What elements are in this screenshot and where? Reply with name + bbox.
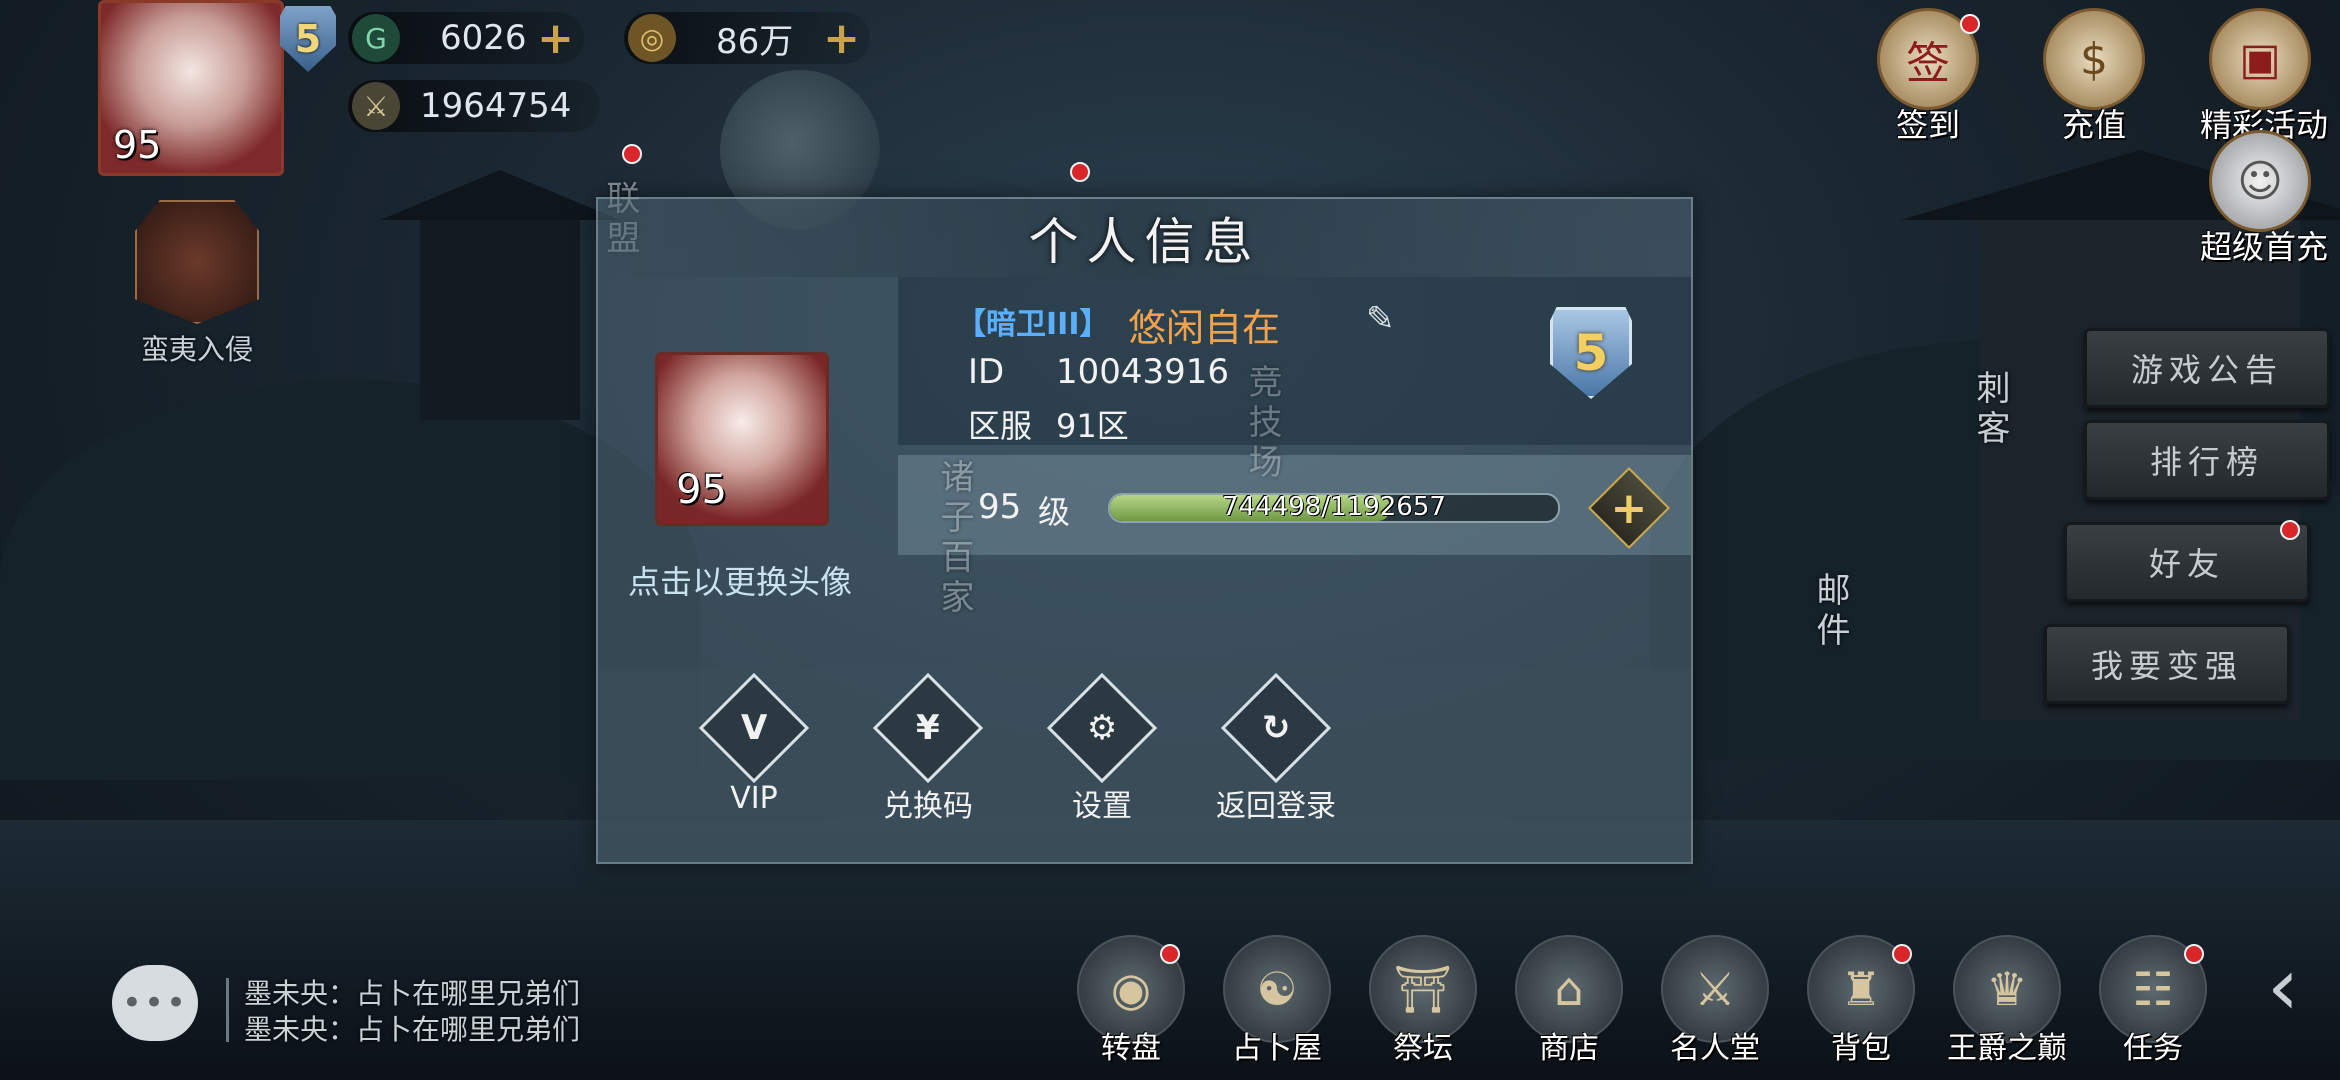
profile-portrait[interactable]: 95 [655, 352, 829, 526]
chat-message[interactable]: 墨未央：占卜在哪里兄弟们 [244, 1008, 580, 1048]
power-resource: ⚔ 1964754 [348, 80, 600, 132]
player-avatar[interactable]: 95 [98, 0, 284, 176]
pagoda [420, 220, 580, 420]
invade-event-button[interactable]: 蛮夷入侵 [132, 200, 262, 366]
divination-label: 占卜屋 [1232, 1031, 1322, 1066]
pagoda-roof [380, 170, 620, 220]
jade-resource: G 6026 + [348, 12, 584, 64]
level-value: 95 [978, 487, 1022, 527]
recharge-button[interactable]: $ 充值 [2034, 8, 2154, 146]
altar-label: 祭坛 [1393, 1031, 1453, 1066]
chat-button[interactable]: ••• [112, 965, 198, 1041]
redeem-code-button[interactable]: ¥ 兑换码 [848, 672, 1008, 825]
hill [0, 380, 700, 780]
exp-progress-bar: 744498/1192657 [1108, 493, 1560, 523]
invade-emblem-icon [135, 200, 259, 324]
id-label: ID [968, 352, 1005, 392]
recharge-label: 充值 [2061, 106, 2126, 144]
exp-progress-text: 744498/1192657 [1222, 493, 1446, 522]
first-recharge-button[interactable]: ☺ 超级首充 [2200, 130, 2329, 268]
power-value: 1964754 [420, 86, 572, 126]
notification-dot [1892, 944, 1912, 964]
notification-dot [1070, 162, 1090, 182]
settings-label: 设置 [1072, 789, 1132, 824]
shop-label: 商店 [1539, 1031, 1599, 1066]
refresh-icon: ↻ [1220, 672, 1332, 784]
ranking-button[interactable]: 排行榜 [2084, 420, 2330, 500]
level-label: 级 [1038, 493, 1071, 531]
avatar-level: 95 [113, 123, 162, 167]
id-value: 10043916 [1056, 352, 1230, 392]
signin-label: 签到 [1895, 106, 1960, 144]
change-avatar-hint[interactable]: 点击以更换头像 [628, 557, 852, 603]
notification-dot [2280, 520, 2300, 540]
hall-of-fame-label: 名人堂 [1670, 1031, 1760, 1066]
jade-icon: G [352, 14, 400, 62]
logout-label: 返回登录 [1216, 789, 1336, 824]
vip-label: VIP [730, 781, 778, 816]
chat-message[interactable]: 墨未央：占卜在哪里兄弟们 [244, 972, 580, 1012]
hundred-schools-label: 诸子百家 [934, 459, 974, 619]
shop-button[interactable]: ⌂ 商店 [1504, 935, 1634, 1067]
first-recharge-label: 超级首充 [2200, 228, 2329, 266]
dialog-title: 个人信息 [598, 199, 1691, 277]
coin-resource: ◎ 86万 + [624, 12, 870, 64]
notification-dot [1160, 944, 1180, 964]
guild-tag: 【暗卫III】 [956, 307, 1110, 342]
assassin-label[interactable]: 刺客 [1966, 370, 2015, 450]
hall-of-fame-button[interactable]: ⚔ 名人堂 [1650, 935, 1780, 1067]
profile-dialog: 个人信息 诸子百家 竞技场 95 点击以更换头像 【暗卫III】 悠闲自在 ✎ … [596, 197, 1693, 864]
money-bag-icon: $ [2043, 8, 2145, 110]
notification-dot [2184, 944, 2204, 964]
plus-icon: + [1610, 482, 1648, 534]
arena-label: 竞技场 [1242, 364, 1282, 484]
peak-label: 王爵之巅 [1947, 1031, 2067, 1066]
edit-name-icon[interactable]: ✎ [1366, 299, 1402, 339]
wheel-label: 转盘 [1101, 1031, 1161, 1066]
treasure-chest-icon: ▣ [2209, 8, 2311, 110]
stronger-button[interactable]: 我要变强 [2044, 624, 2290, 704]
invade-label: 蛮夷入侵 [140, 333, 253, 366]
mail-label[interactable]: 邮件 [1806, 572, 1855, 652]
portrait-level: 95 [676, 467, 727, 513]
coin-icon: ◎ [628, 14, 676, 62]
ticket-icon: ¥ [872, 672, 984, 784]
friends-button[interactable]: 好友 [2064, 522, 2310, 602]
divination-button[interactable]: ☯ 占卜屋 [1212, 935, 1342, 1067]
collapse-arrow-icon[interactable]: ‹ [2248, 940, 2318, 1040]
notification-dot [1960, 14, 1980, 34]
altar-button[interactable]: ⛩ 祭坛 [1358, 935, 1488, 1067]
vip-icon: V [698, 672, 810, 784]
notification-dot [622, 144, 642, 164]
server-label: 区服 [968, 407, 1033, 445]
events-button[interactable]: ▣ 精彩活动 [2200, 8, 2328, 146]
jade-value: 6026 [440, 18, 527, 58]
chat-divider [226, 978, 229, 1042]
server-value: 91区 [1056, 407, 1129, 445]
announcement-button[interactable]: 游戏公告 [2084, 328, 2330, 408]
add-coin-button[interactable]: + [823, 13, 860, 64]
power-icon: ⚔ [352, 82, 400, 130]
bag-label: 背包 [1831, 1031, 1891, 1066]
gear-icon: ⚙ [1046, 672, 1158, 784]
vip-button[interactable]: V VIP [674, 672, 834, 816]
logout-button[interactable]: ↻ 返回登录 [1196, 672, 1356, 825]
peak-button[interactable]: ♛ 王爵之巅 [1942, 935, 2072, 1067]
tasks-label: 任务 [2123, 1031, 2183, 1066]
redeem-code-label: 兑换码 [883, 789, 973, 824]
chat-bubble-icon: ••• [121, 983, 189, 1023]
settings-button[interactable]: ⚙ 设置 [1022, 672, 1182, 825]
add-jade-button[interactable]: + [537, 13, 574, 64]
sage-portrait-icon: ☺ [2209, 130, 2311, 232]
coin-value: 86万 [716, 21, 794, 62]
player-name: 悠闲自在 [1128, 306, 1281, 350]
